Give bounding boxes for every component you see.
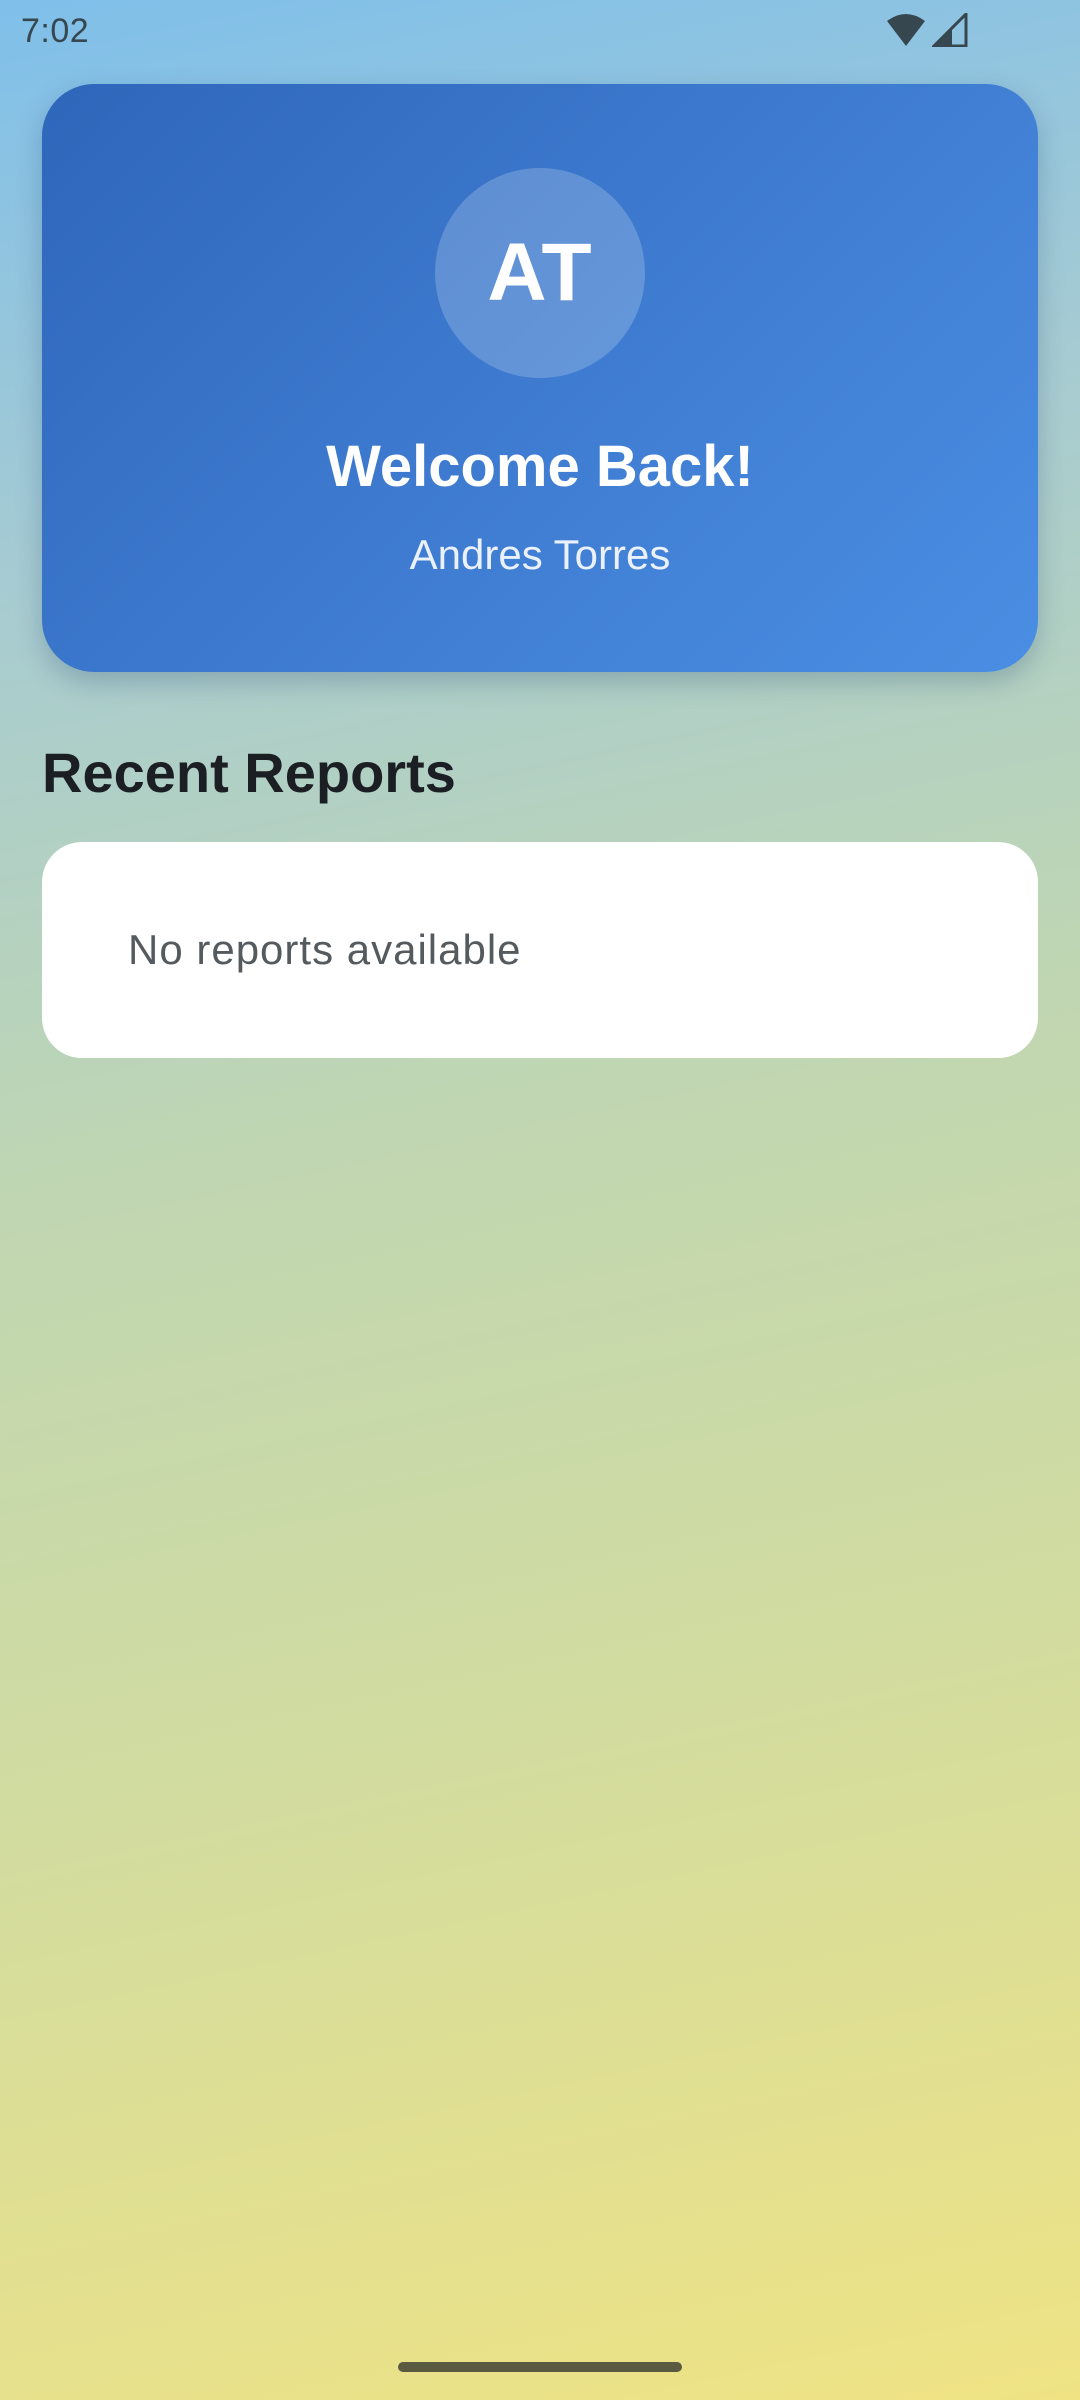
signal-icon xyxy=(932,13,968,47)
empty-reports-message: No reports available xyxy=(128,926,522,973)
reports-card: No reports available xyxy=(42,842,1038,1058)
user-name: Andres Torres xyxy=(409,531,671,578)
status-time: 7:02 xyxy=(21,12,90,50)
welcome-card: AT Welcome Back! Andres Torres xyxy=(42,84,1038,672)
home-indicator[interactable] xyxy=(398,2362,682,2372)
status-icons xyxy=(886,12,968,48)
status-bar: 7:02 xyxy=(0,0,1080,64)
wifi-icon xyxy=(886,13,926,47)
recent-reports-title: Recent Reports xyxy=(42,741,456,804)
